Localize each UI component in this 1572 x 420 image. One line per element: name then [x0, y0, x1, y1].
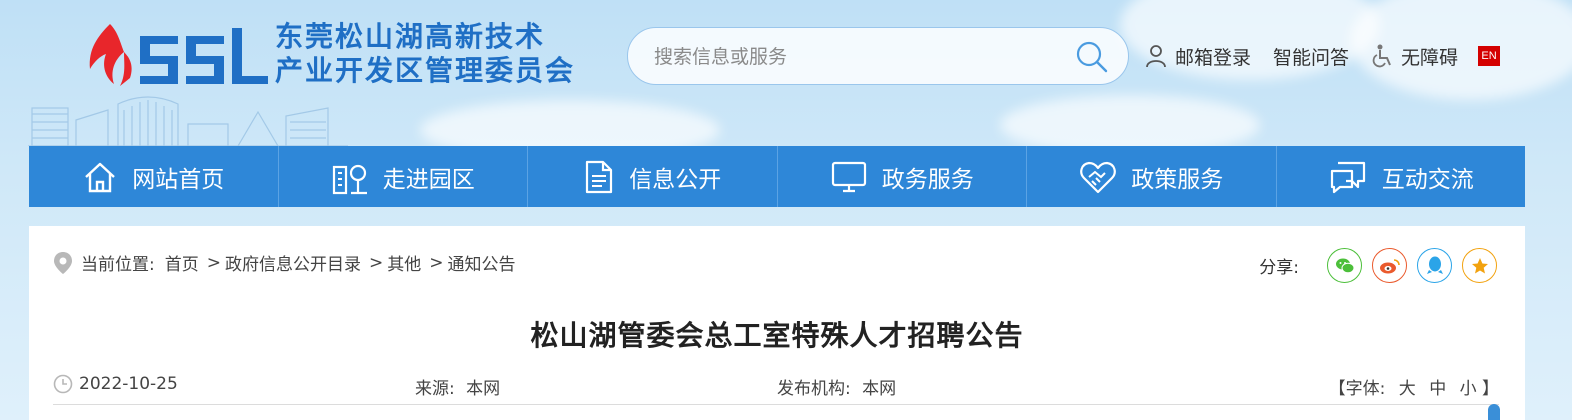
nav-home[interactable]: 网站首页: [29, 146, 279, 207]
share-weibo-button[interactable]: [1372, 248, 1407, 283]
ssl-logo-icon[interactable]: [80, 14, 270, 94]
park-icon: [332, 164, 367, 194]
share-favorite-button[interactable]: [1462, 248, 1497, 283]
top-links: 邮箱登录 智能问答 无障碍 EN: [1145, 42, 1501, 70]
smart-qa-label: 智能问答: [1273, 46, 1350, 69]
nav-interaction-label: 互动交流: [1381, 166, 1474, 193]
heart-handshake-icon: [1080, 161, 1117, 193]
publishing-org: 发布机构: 本网: [777, 374, 896, 399]
scroll-to-top-handle[interactable]: [1488, 404, 1500, 420]
font-size-small-button[interactable]: 小: [1460, 379, 1477, 399]
breadcrumb-separator: >: [206, 252, 221, 273]
skyline-illustration: [28, 96, 348, 146]
monitor-icon: [831, 161, 866, 192]
breadcrumb: 当前位置: 首页 > 政府信息公开目录 > 其他 > 通知公告: [53, 250, 519, 275]
cloud-decoration: [420, 100, 720, 146]
font-size-switcher: 【字体: 大 中 小 】: [1329, 374, 1499, 399]
nav-policy-label: 政策服务: [1131, 166, 1224, 193]
clock-icon: [53, 374, 73, 394]
user-icon: [1146, 45, 1166, 68]
search-box[interactable]: [627, 27, 1129, 85]
nav-park-label: 走进园区: [382, 166, 475, 193]
document-icon: [586, 160, 613, 193]
search-icon[interactable]: [1074, 39, 1110, 75]
nav-gov-service[interactable]: 政务服务: [778, 146, 1027, 207]
smart-qa-link[interactable]: 智能问答: [1273, 43, 1349, 70]
publish-date: 2022-10-25: [53, 374, 178, 394]
share-wechat-button[interactable]: [1327, 248, 1362, 283]
english-version-button[interactable]: EN: [1478, 46, 1501, 66]
article-title: 松山湖管委会总工室特殊人才招聘公告: [530, 319, 1024, 352]
location-pin-icon: [54, 251, 72, 274]
accessibility-icon: [1372, 44, 1391, 68]
nav-info-label: 信息公开: [629, 166, 722, 193]
breadcrumb-prefix: 当前位置:: [81, 255, 155, 275]
nav-interaction[interactable]: 互动交流: [1277, 146, 1526, 207]
org-label: 发布机构:: [777, 379, 851, 399]
breadcrumb-notice[interactable]: 通知公告: [447, 250, 515, 275]
chat-icon: [1330, 161, 1365, 193]
share-bar: 分享:: [1259, 248, 1497, 283]
source-label: 来源:: [415, 379, 455, 399]
nav-policy[interactable]: 政策服务: [1027, 146, 1277, 207]
breadcrumb-gov-info[interactable]: 政府信息公开目录: [225, 250, 361, 275]
site-name: 东莞松山湖高新技术 产业开发区管理委员会: [275, 20, 575, 88]
breadcrumb-other[interactable]: 其他: [387, 250, 421, 275]
breadcrumb-separator: >: [368, 252, 384, 273]
breadcrumb-home[interactable]: 首页: [165, 250, 199, 275]
article-source: 来源: 本网: [415, 374, 500, 399]
font-size-close: 】: [1482, 379, 1499, 399]
breadcrumb-separator: >: [429, 252, 444, 273]
article-meta: 2022-10-25 来源: 本网 发布机构: 本网 【字体: 大 中 小 】: [53, 374, 1499, 404]
site-header: 东莞松山湖高新技术 产业开发区管理委员会 邮箱: [0, 0, 1572, 146]
search-input[interactable]: [654, 42, 1074, 72]
org-value: 本网: [862, 379, 897, 399]
weibo-icon: [1379, 258, 1400, 273]
nav-park[interactable]: 走进园区: [279, 146, 528, 207]
accessibility-label: 无障碍: [1401, 46, 1459, 69]
wechat-icon: [1335, 258, 1354, 273]
share-qq-button[interactable]: [1417, 248, 1452, 283]
source-value: 本网: [466, 379, 501, 399]
main-nav: 网站首页 走进园区 信息公开 政务服务 政策服务 互动交流: [29, 146, 1525, 207]
site-name-line2: 产业开发区管理委员会: [275, 54, 576, 87]
share-label: 分享:: [1259, 258, 1299, 278]
publish-date-value: 2022-10-25: [79, 374, 178, 394]
home-icon: [85, 162, 116, 192]
accessibility-link[interactable]: 无障碍: [1371, 43, 1458, 70]
font-size-large-button[interactable]: 大: [1399, 379, 1416, 399]
font-size-medium-button[interactable]: 中: [1429, 379, 1446, 399]
site-name-line1: 东莞松山湖高新技术: [275, 20, 546, 53]
mail-login-link[interactable]: 邮箱登录: [1145, 43, 1251, 70]
font-size-label: 【字体:: [1328, 379, 1386, 399]
nav-info[interactable]: 信息公开: [528, 146, 778, 207]
mail-login-label: 邮箱登录: [1175, 46, 1252, 69]
meta-divider: [53, 404, 1499, 405]
cloud-decoration: [1000, 95, 1260, 146]
star-icon: [1471, 257, 1488, 273]
article-panel: 当前位置: 首页 > 政府信息公开目录 > 其他 > 通知公告 分享: 松山湖管…: [29, 226, 1525, 420]
nav-home-label: 网站首页: [132, 166, 225, 193]
qq-icon: [1426, 256, 1443, 274]
nav-gov-service-label: 政务服务: [881, 166, 974, 193]
